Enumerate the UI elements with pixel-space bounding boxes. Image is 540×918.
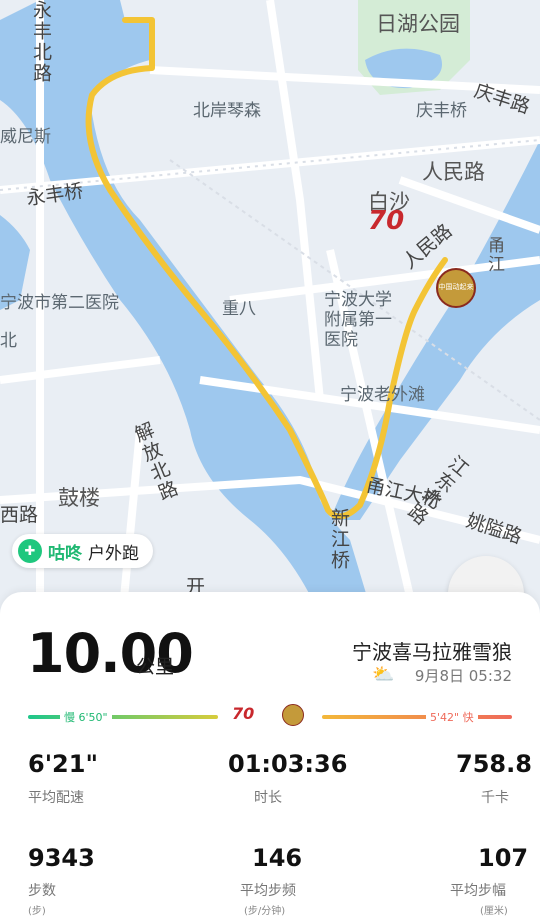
- map-label-gu-lou: 鼓楼: [58, 486, 100, 510]
- map-label-bei: 北: [0, 331, 17, 351]
- brand-name: 咕咚: [48, 543, 82, 564]
- distance-unit: 公里: [136, 656, 175, 678]
- map-label-chong-ba: 重八: [222, 299, 256, 319]
- codoon-logo-icon: ✚: [18, 539, 42, 563]
- stride-value: 107: [478, 844, 529, 872]
- pace-fast-label: 5'42" 快: [426, 709, 478, 725]
- map-label-ren-min-lu: 人民路: [422, 160, 485, 184]
- activity-badge: ✚ 咕咚 户外跑: [12, 534, 153, 568]
- map-label-hospital-univ: 宁波大学附属第一医院: [324, 290, 392, 350]
- seventy-stamp-icon: 70: [368, 206, 405, 236]
- map-label-xin-jiang-qiao: 新江桥: [328, 508, 350, 571]
- cadence-unit: (步/分钟): [244, 906, 286, 917]
- pace-value: 6'21": [28, 750, 98, 778]
- map-label-qing-feng-qiao: 庆丰桥: [416, 101, 467, 121]
- stride-unit: (厘米): [480, 906, 508, 917]
- map-label-yong-feng-bei-lu: 永丰北路: [30, 0, 52, 84]
- china-move-small-icon: [282, 704, 304, 726]
- duration-label: 时长: [254, 790, 282, 806]
- steps-label: 步数: [28, 883, 56, 899]
- seventy-logo-icon: 70: [232, 704, 255, 723]
- stride-label: 平均步幅: [450, 883, 506, 899]
- map-label-xi-lu: 西路: [0, 504, 39, 526]
- steps-value: 9343: [28, 844, 95, 872]
- calories-value: 758.8: [456, 750, 532, 778]
- cadence-label: 平均步频: [240, 883, 296, 899]
- map-label-yong-jiang: 甬江: [484, 236, 504, 274]
- map-label-old-bund: 宁波老外滩: [340, 385, 425, 405]
- pace-label: 平均配速: [28, 790, 84, 806]
- activity-type: 户外跑: [88, 543, 139, 564]
- map-label-bei-an-qin-sen: 北岸琴森: [193, 101, 261, 121]
- china-move-logo-icon: 中国动起来: [436, 268, 476, 308]
- calories-label: 千卡: [481, 790, 509, 806]
- run-date: 9月8日 05:32: [414, 667, 512, 685]
- pace-slow-label: 慢 6'50": [60, 709, 112, 725]
- runner-name: 宁波喜马拉雅雪狼: [352, 640, 512, 664]
- steps-unit: (步): [28, 906, 46, 917]
- weather-icon: ⛅: [372, 664, 395, 685]
- map-label-hospital-2: 宁波市第二医院: [0, 293, 119, 313]
- duration-value: 01:03:36: [228, 750, 348, 778]
- cadence-value: 146: [252, 844, 303, 872]
- map-label-wei-ni-si: 威尼斯: [0, 127, 51, 147]
- map-label-ri-hu-park: 日湖公园: [376, 12, 460, 36]
